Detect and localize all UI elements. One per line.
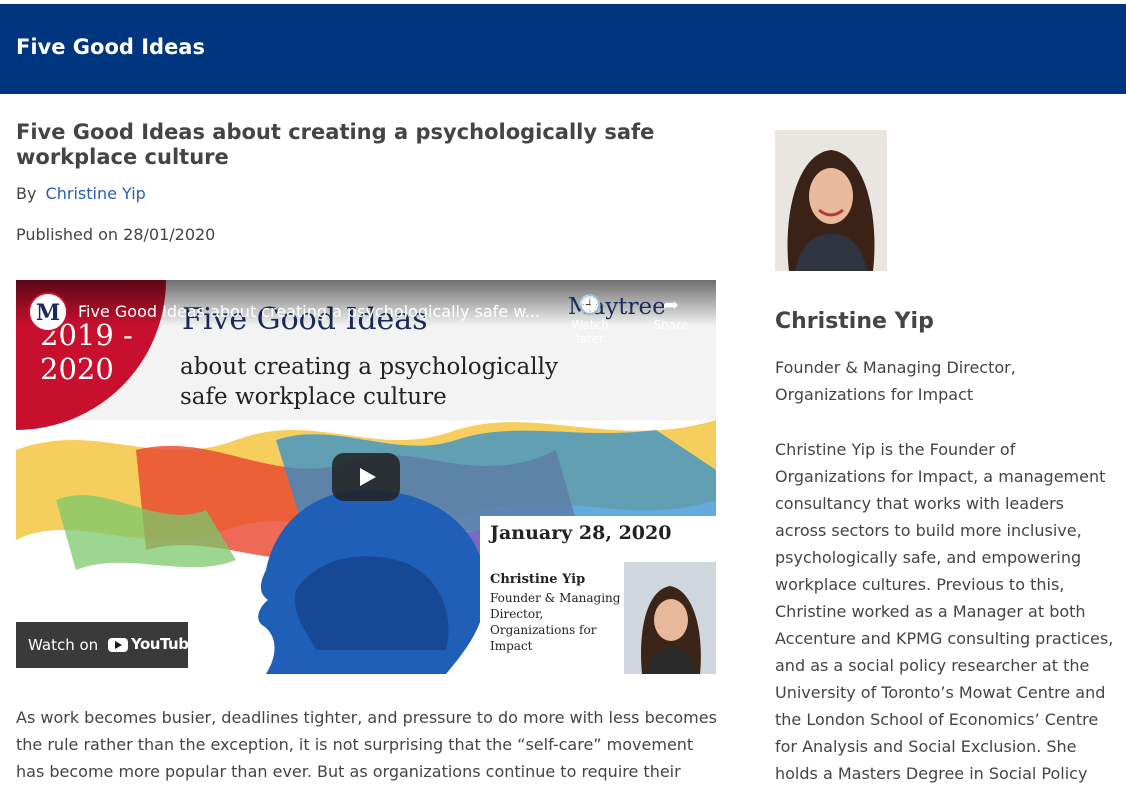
author-bio: Christine Yip is the Founder of Organiza…: [775, 440, 1114, 783]
site-title[interactable]: Five Good Ideas: [16, 35, 205, 59]
speaker-photo: [624, 562, 716, 674]
author-role: Founder & Managing Director, Organizatio…: [775, 358, 1016, 404]
channel-logo-letter: M: [35, 300, 61, 326]
article-intro: As work becomes busier, deadlines tighte…: [16, 708, 717, 781]
watch-later-button[interactable]: 🕘 Watch later: [556, 294, 624, 346]
share-label: Share: [653, 318, 689, 332]
clock-icon: 🕘: [578, 294, 602, 316]
speaker-role: Founder & Managing Director, Organizatio…: [490, 591, 621, 653]
article-title: Five Good Ideas about creating a psychol…: [16, 120, 655, 169]
slide-subtitle: about creating a psychologically safe wo…: [180, 354, 558, 410]
by-label: By: [16, 184, 37, 203]
event-date: January 28, 2020: [490, 522, 672, 544]
share-button[interactable]: ➦ Share: [646, 294, 696, 332]
youtube-play-icon: [108, 638, 128, 652]
share-arrow-icon: ➦: [663, 294, 679, 316]
channel-logo[interactable]: M: [28, 292, 68, 332]
site-header: Five Good Ideas: [0, 4, 1126, 94]
play-button[interactable]: [332, 453, 400, 501]
watch-on-youtube-button[interactable]: Watch on YouTube: [16, 622, 199, 668]
slide-info-card: January 28, 2020 Christine Yip Founder &…: [480, 516, 716, 674]
watch-later-label: Watch later: [571, 318, 609, 346]
byline: By Christine Yip: [16, 184, 146, 203]
watch-on-label: Watch on: [28, 636, 99, 654]
author-link[interactable]: Christine Yip: [46, 184, 146, 203]
author-name: Christine Yip: [775, 309, 934, 334]
speaker-name: Christine Yip: [490, 572, 586, 587]
author-photo: [775, 130, 887, 271]
published-date: Published on 28/01/2020: [16, 225, 216, 244]
video-title[interactable]: Five Good Ideas about creating a psychol…: [78, 302, 548, 321]
youtube-wordmark: YouTube: [131, 635, 199, 653]
video-player[interactable]: 2019 - 2020 Five Good Ideas about creati…: [16, 280, 716, 674]
